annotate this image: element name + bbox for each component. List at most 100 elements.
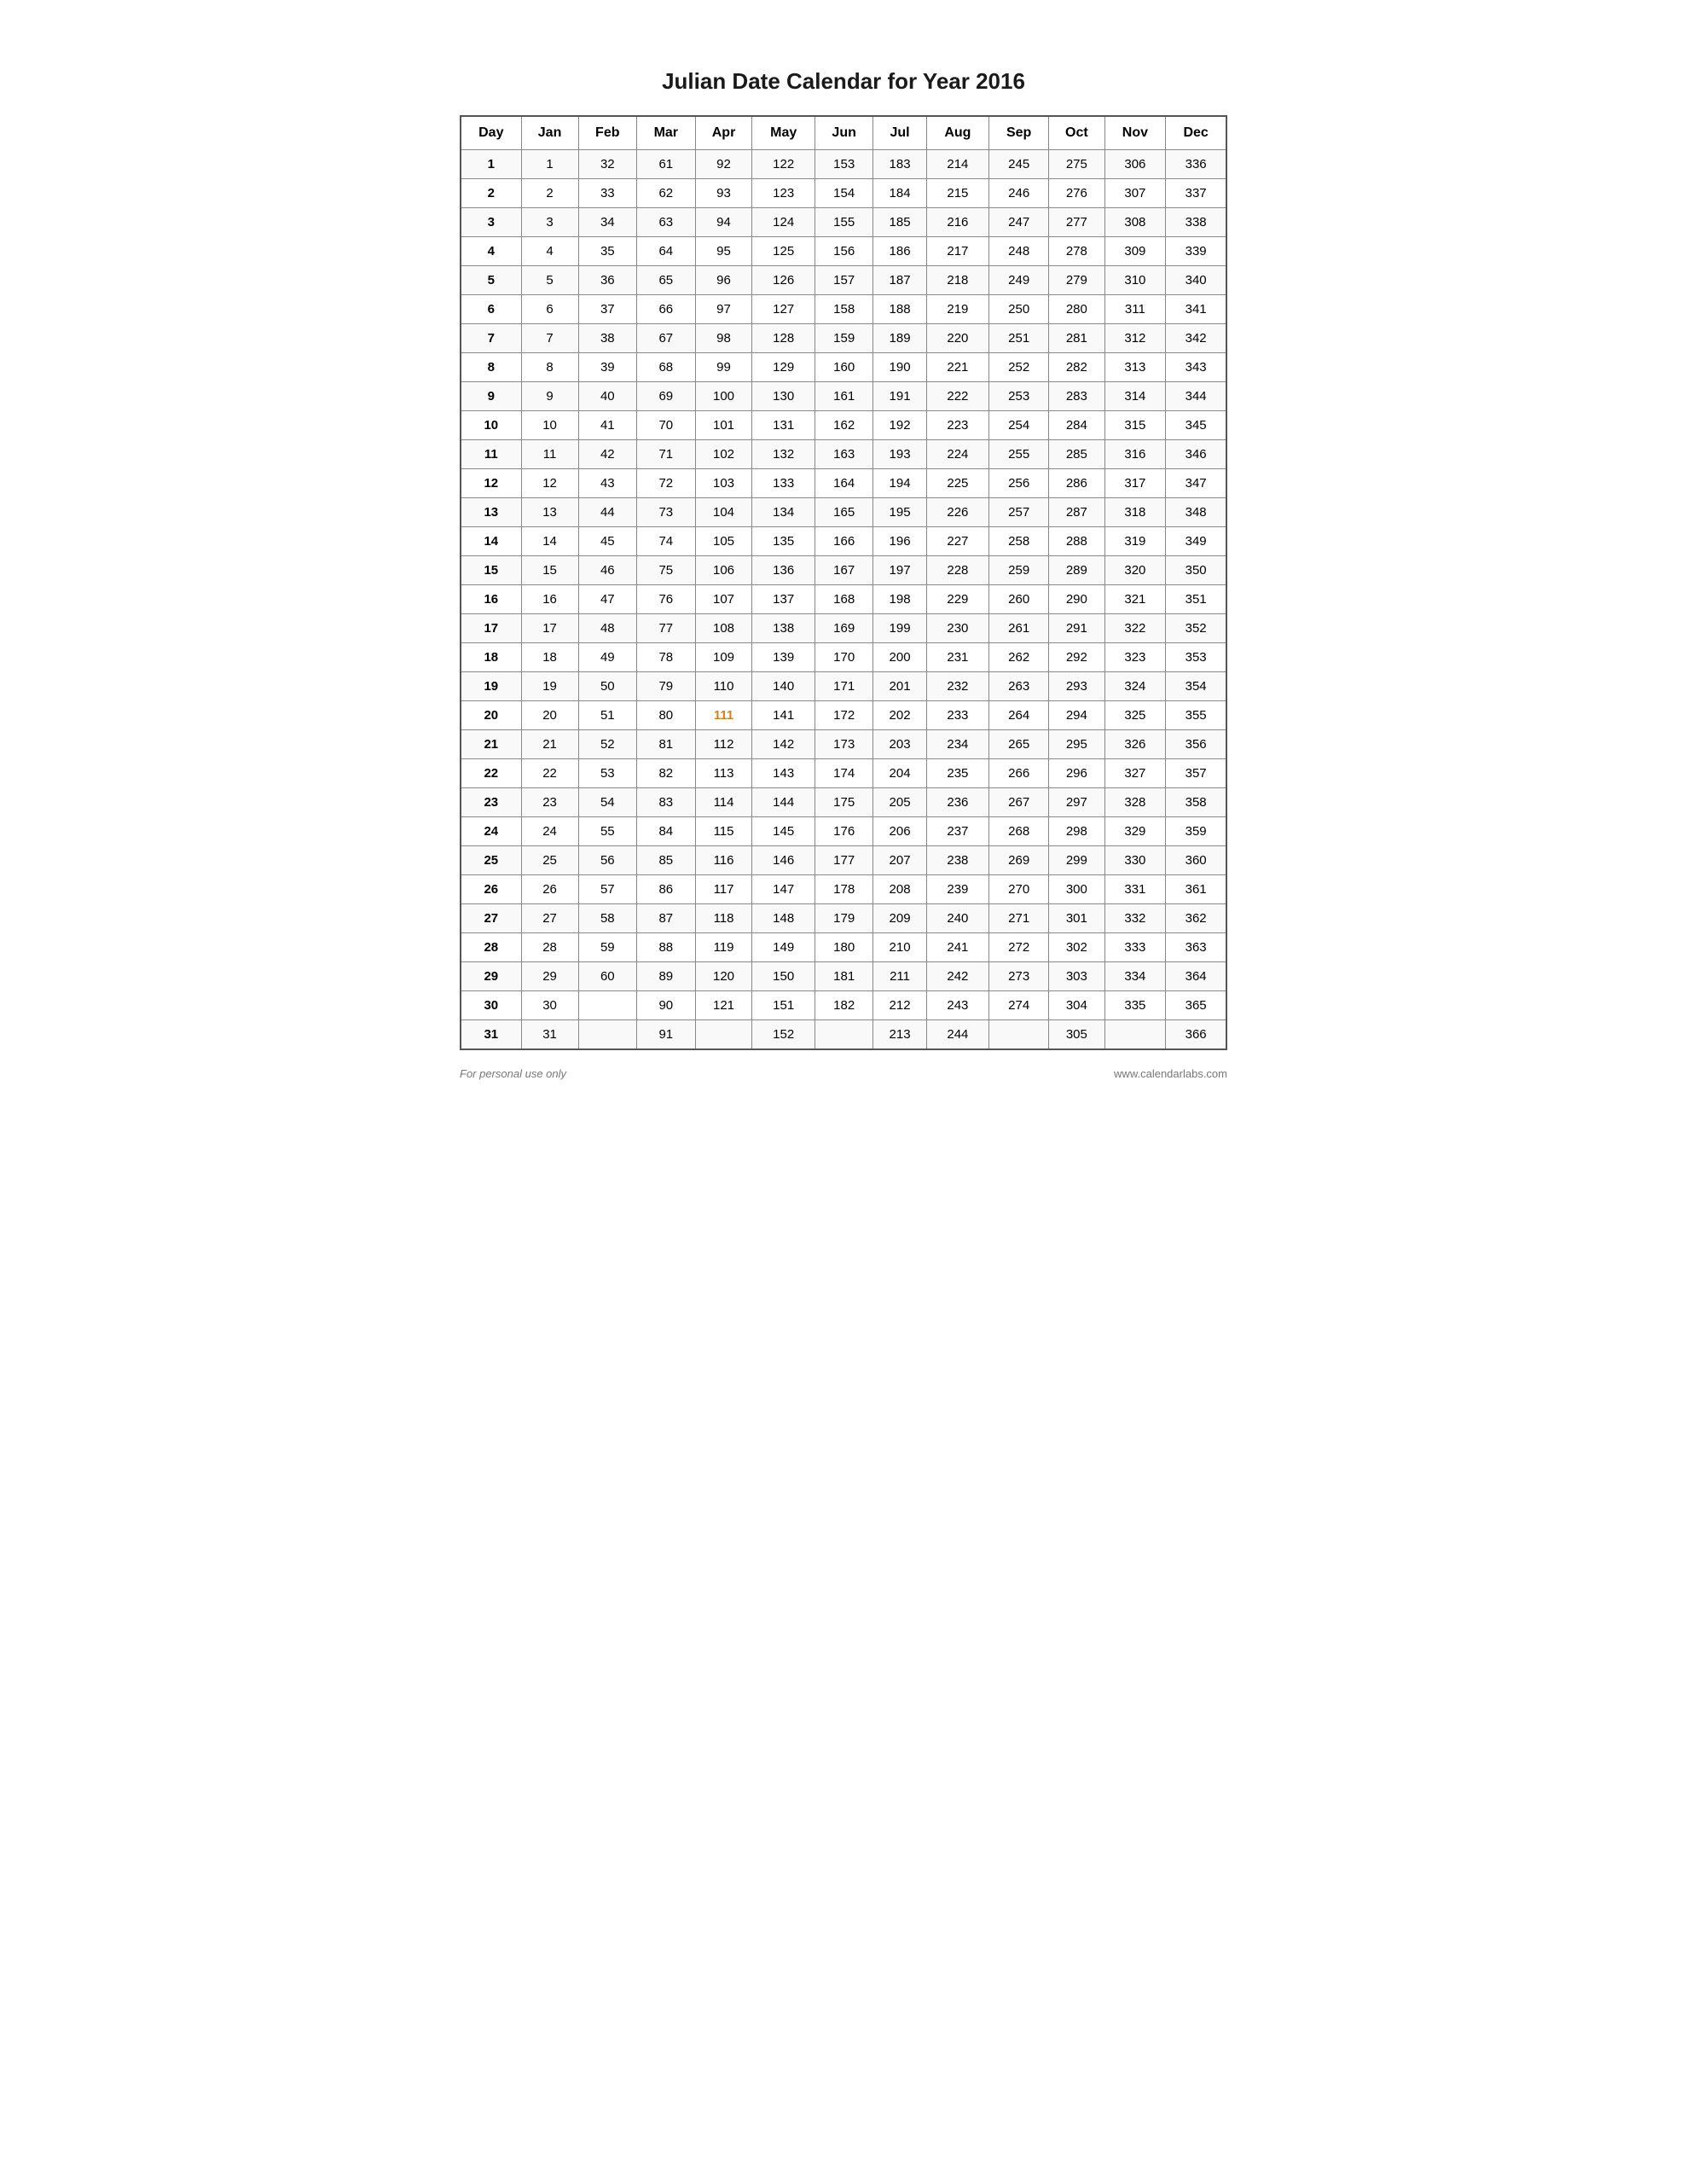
table-row: 13134473104134165195226257287318348 xyxy=(461,498,1226,527)
cell-nov-row13: 318 xyxy=(1104,498,1166,527)
cell-mar-row5: 65 xyxy=(637,266,696,295)
cell-day-row2: 2 xyxy=(461,179,521,208)
cell-mar-row6: 66 xyxy=(637,295,696,324)
table-row: 22225382113143174204235266296327357 xyxy=(461,759,1226,788)
cell-may-row27: 148 xyxy=(752,904,815,933)
cell-jan-row14: 14 xyxy=(521,527,578,556)
col-header-aug: Aug xyxy=(926,116,988,150)
cell-dec-row24: 359 xyxy=(1166,817,1226,846)
table-row: 27275887118148179209240271301332362 xyxy=(461,904,1226,933)
cell-apr-row19: 110 xyxy=(695,672,752,701)
cell-jul-row27: 209 xyxy=(873,904,926,933)
table-row: 20205180111141172202233264294325355 xyxy=(461,701,1226,730)
cell-aug-row9: 222 xyxy=(926,382,988,411)
cell-day-row28: 28 xyxy=(461,933,521,962)
cell-jan-row25: 25 xyxy=(521,846,578,875)
cell-dec-row21: 356 xyxy=(1166,730,1226,759)
cell-jan-row27: 27 xyxy=(521,904,578,933)
cell-mar-row25: 85 xyxy=(637,846,696,875)
cell-apr-row30: 121 xyxy=(695,991,752,1020)
cell-feb-row12: 43 xyxy=(578,469,637,498)
cell-feb-row9: 40 xyxy=(578,382,637,411)
cell-day-row9: 9 xyxy=(461,382,521,411)
cell-dec-row16: 351 xyxy=(1166,585,1226,614)
cell-day-row29: 29 xyxy=(461,962,521,991)
cell-day-row3: 3 xyxy=(461,208,521,237)
table-row: 66376697127158188219250280311341 xyxy=(461,295,1226,324)
cell-oct-row6: 280 xyxy=(1049,295,1104,324)
cell-feb-row23: 54 xyxy=(578,788,637,817)
cell-nov-row30: 335 xyxy=(1104,991,1166,1020)
cell-may-row12: 133 xyxy=(752,469,815,498)
cell-sep-row30: 274 xyxy=(989,991,1049,1020)
cell-nov-row27: 332 xyxy=(1104,904,1166,933)
cell-jul-row16: 198 xyxy=(873,585,926,614)
cell-aug-row1: 214 xyxy=(926,150,988,179)
cell-jun-row28: 180 xyxy=(815,933,873,962)
cell-feb-row7: 38 xyxy=(578,324,637,353)
cell-jul-row31: 213 xyxy=(873,1020,926,1050)
cell-sep-row6: 250 xyxy=(989,295,1049,324)
cell-mar-row13: 73 xyxy=(637,498,696,527)
cell-jul-row1: 183 xyxy=(873,150,926,179)
cell-jan-row31: 31 xyxy=(521,1020,578,1050)
cell-jan-row2: 2 xyxy=(521,179,578,208)
cell-jan-row20: 20 xyxy=(521,701,578,730)
cell-dec-row19: 354 xyxy=(1166,672,1226,701)
cell-jun-row30: 182 xyxy=(815,991,873,1020)
cell-jul-row17: 199 xyxy=(873,614,926,643)
cell-sep-row10: 254 xyxy=(989,411,1049,440)
table-row: 18184978109139170200231262292323353 xyxy=(461,643,1226,672)
cell-feb-row3: 34 xyxy=(578,208,637,237)
cell-jan-row22: 22 xyxy=(521,759,578,788)
cell-dec-row10: 345 xyxy=(1166,411,1226,440)
cell-aug-row14: 227 xyxy=(926,527,988,556)
cell-oct-row5: 279 xyxy=(1049,266,1104,295)
cell-nov-row22: 327 xyxy=(1104,759,1166,788)
cell-jul-row24: 206 xyxy=(873,817,926,846)
cell-oct-row28: 302 xyxy=(1049,933,1104,962)
cell-day-row7: 7 xyxy=(461,324,521,353)
cell-feb-row4: 35 xyxy=(578,237,637,266)
cell-aug-row27: 240 xyxy=(926,904,988,933)
cell-dec-row4: 339 xyxy=(1166,237,1226,266)
cell-day-row17: 17 xyxy=(461,614,521,643)
cell-day-row24: 24 xyxy=(461,817,521,846)
cell-jan-row5: 5 xyxy=(521,266,578,295)
cell-apr-row4: 95 xyxy=(695,237,752,266)
cell-mar-row31: 91 xyxy=(637,1020,696,1050)
cell-feb-row8: 39 xyxy=(578,353,637,382)
cell-may-row16: 137 xyxy=(752,585,815,614)
cell-jan-row8: 8 xyxy=(521,353,578,382)
table-row: 88396899129160190221252282313343 xyxy=(461,353,1226,382)
cell-mar-row19: 79 xyxy=(637,672,696,701)
cell-jan-row17: 17 xyxy=(521,614,578,643)
cell-mar-row1: 61 xyxy=(637,150,696,179)
cell-jun-row20: 172 xyxy=(815,701,873,730)
col-header-sep: Sep xyxy=(989,116,1049,150)
cell-oct-row20: 294 xyxy=(1049,701,1104,730)
table-row: 23235483114144175205236267297328358 xyxy=(461,788,1226,817)
cell-aug-row25: 238 xyxy=(926,846,988,875)
cell-feb-row31 xyxy=(578,1020,637,1050)
cell-dec-row15: 350 xyxy=(1166,556,1226,585)
cell-jan-row30: 30 xyxy=(521,991,578,1020)
cell-dec-row23: 358 xyxy=(1166,788,1226,817)
cell-mar-row8: 68 xyxy=(637,353,696,382)
table-row: 12124372103133164194225256286317347 xyxy=(461,469,1226,498)
cell-may-row8: 129 xyxy=(752,353,815,382)
cell-day-row16: 16 xyxy=(461,585,521,614)
cell-dec-row30: 365 xyxy=(1166,991,1226,1020)
cell-apr-row15: 106 xyxy=(695,556,752,585)
cell-mar-row2: 62 xyxy=(637,179,696,208)
cell-jul-row20: 202 xyxy=(873,701,926,730)
cell-feb-row28: 59 xyxy=(578,933,637,962)
table-row: 21215281112142173203234265295326356 xyxy=(461,730,1226,759)
cell-feb-row30 xyxy=(578,991,637,1020)
cell-jun-row7: 159 xyxy=(815,324,873,353)
cell-apr-row17: 108 xyxy=(695,614,752,643)
cell-oct-row21: 295 xyxy=(1049,730,1104,759)
footer-right: www.calendarlabs.com xyxy=(1114,1067,1227,1080)
table-row: 313191152213244305366 xyxy=(461,1020,1226,1050)
cell-oct-row13: 287 xyxy=(1049,498,1104,527)
